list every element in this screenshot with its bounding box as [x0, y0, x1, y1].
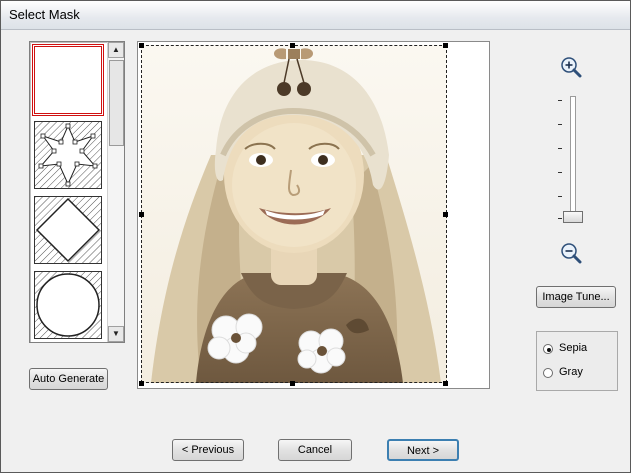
sepia-label: Sepia — [559, 342, 588, 354]
title-bar[interactable]: Select Mask — [1, 1, 630, 30]
radio-circle — [543, 344, 553, 354]
radio-circle — [543, 368, 553, 378]
sepia-radio[interactable]: Sepia — [543, 342, 613, 358]
mask-selection-outline[interactable] — [141, 45, 447, 383]
next-button[interactable]: Next > — [387, 439, 459, 461]
slider-tick — [558, 124, 562, 125]
zoom-slider-thumb[interactable] — [563, 211, 583, 223]
resize-handle[interactable] — [290, 43, 295, 48]
resize-handle[interactable] — [139, 212, 144, 217]
color-mode-group: Sepia Gray — [536, 331, 618, 391]
zoom-slider-track[interactable] — [570, 96, 576, 222]
star-mask-icon — [35, 122, 101, 188]
slider-tick — [558, 172, 562, 173]
radio-selected-dot — [547, 348, 551, 352]
slider-tick — [558, 148, 562, 149]
scroll-up-button[interactable]: ▲ — [108, 42, 124, 58]
gray-label: Gray — [559, 366, 583, 378]
gray-radio[interactable]: Gray — [543, 366, 613, 382]
circle-mask-icon — [35, 272, 101, 338]
image-preview[interactable] — [137, 41, 490, 389]
slider-tick — [558, 218, 562, 219]
resize-handle[interactable] — [443, 43, 448, 48]
scrollbar-thumb[interactable] — [109, 60, 124, 146]
previous-button[interactable]: < Previous — [172, 439, 244, 461]
scroll-down-button[interactable]: ▼ — [108, 326, 124, 342]
mask-item-diamond[interactable] — [34, 196, 102, 264]
window-title: Select Mask — [9, 7, 80, 22]
resize-handle[interactable] — [139, 381, 144, 386]
resize-handle[interactable] — [290, 381, 295, 386]
zoom-out-icon[interactable] — [560, 242, 582, 264]
mask-item-none[interactable] — [32, 44, 104, 116]
slider-tick — [558, 100, 562, 101]
diamond-mask-icon — [35, 197, 101, 263]
auto-generate-button[interactable]: Auto Generate — [29, 368, 108, 390]
mask-item-circle[interactable] — [34, 271, 102, 339]
mask-thumbnails — [32, 44, 106, 346]
resize-handle[interactable] — [443, 212, 448, 217]
mask-list-scrollbar[interactable]: ▲ ▼ — [107, 42, 124, 342]
resize-handle[interactable] — [139, 43, 144, 48]
image-tune-button[interactable]: Image Tune... — [536, 286, 616, 308]
resize-handle[interactable] — [443, 381, 448, 386]
mask-item-star[interactable] — [34, 121, 102, 189]
zoom-in-icon[interactable] — [560, 56, 582, 78]
mask-list[interactable]: ▲ ▼ — [29, 41, 125, 343]
slider-tick — [558, 196, 562, 197]
cancel-button[interactable]: Cancel — [278, 439, 352, 461]
